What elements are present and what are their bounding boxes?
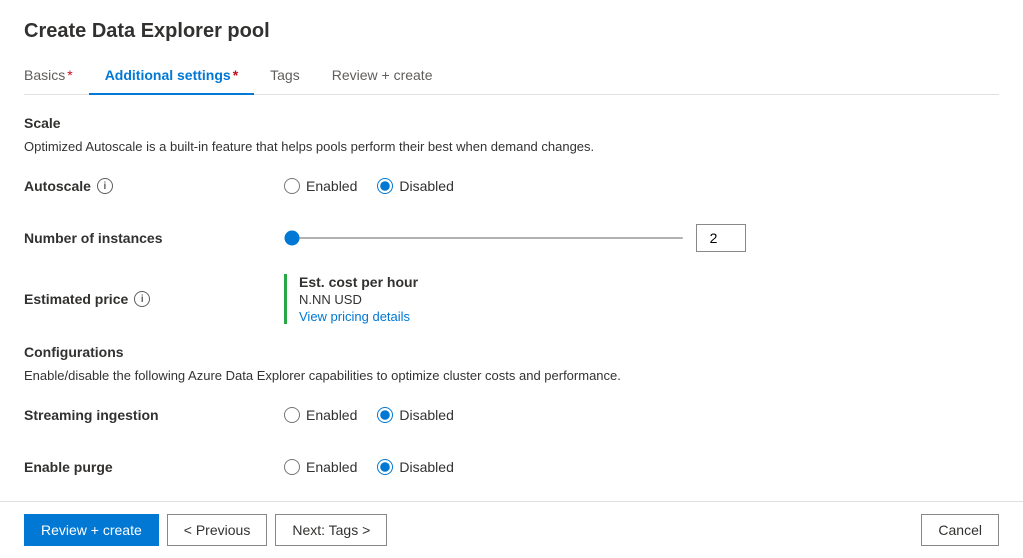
estimated-price-label: Estimated price i [24,291,284,307]
cancel-button[interactable]: Cancel [921,514,999,546]
autoscale-enabled-label: Enabled [306,178,357,194]
est-cost-label: Est. cost per hour [299,274,418,290]
enable-purge-radio-group: Enabled Disabled [284,459,454,475]
tab-basics[interactable]: Basics* [24,59,89,95]
autoscale-disabled-radio[interactable] [377,178,393,194]
autoscale-row: Autoscale i Enabled Disabled [24,170,999,202]
view-pricing-link[interactable]: View pricing details [299,309,418,324]
autoscale-radio-group: Enabled Disabled [284,178,454,194]
streaming-enabled-radio[interactable] [284,407,300,423]
purge-enabled-option[interactable]: Enabled [284,459,357,475]
tab-review-create[interactable]: Review + create [316,59,449,95]
streaming-disabled-radio[interactable] [377,407,393,423]
footer: Review + create < Previous Next: Tags > … [0,501,1023,558]
autoscale-disabled-option[interactable]: Disabled [377,178,453,194]
streaming-enabled-label: Enabled [306,407,357,423]
autoscale-label: Autoscale i [24,178,284,194]
previous-button[interactable]: < Previous [167,514,268,546]
configurations-description: Enable/disable the following Azure Data … [24,368,999,383]
scale-description: Optimized Autoscale is a built-in featur… [24,139,999,154]
page-title: Create Data Explorer pool [24,20,999,43]
streaming-ingestion-label: Streaming ingestion [24,407,284,423]
next-button[interactable]: Next: Tags > [275,514,387,546]
configurations-section-title: Configurations [24,344,999,360]
streaming-enabled-option[interactable]: Enabled [284,407,357,423]
streaming-disabled-option[interactable]: Disabled [377,407,453,423]
instances-slider-container: 2 [284,224,999,252]
purge-disabled-label: Disabled [399,459,453,475]
price-section: Est. cost per hour N.NN USD View pricing… [284,274,418,324]
tab-tags[interactable]: Tags [254,59,316,95]
review-create-button[interactable]: Review + create [24,514,159,546]
est-cost-value: N.NN USD [299,292,418,307]
instances-number-input[interactable]: 2 [696,224,746,252]
purge-enabled-radio[interactable] [284,459,300,475]
tab-additional-settings[interactable]: Additional settings* [89,59,254,95]
streaming-disabled-label: Disabled [399,407,453,423]
enable-purge-row: Enable purge Enabled Disabled [24,451,999,483]
purge-disabled-option[interactable]: Disabled [377,459,453,475]
autoscale-enabled-option[interactable]: Enabled [284,178,357,194]
autoscale-disabled-label: Disabled [399,178,453,194]
footer-left-buttons: Review + create < Previous Next: Tags > [24,514,387,546]
enable-purge-label: Enable purge [24,459,284,475]
instances-row: Number of instances 2 [24,222,999,254]
price-box: Est. cost per hour N.NN USD View pricing… [284,274,418,324]
autoscale-enabled-radio[interactable] [284,178,300,194]
autoscale-info-icon[interactable]: i [97,178,113,194]
purge-disabled-radio[interactable] [377,459,393,475]
estimated-price-info-icon[interactable]: i [134,291,150,307]
scale-section-title: Scale [24,115,999,131]
streaming-ingestion-row: Streaming ingestion Enabled Disabled [24,399,999,431]
estimated-price-row: Estimated price i Est. cost per hour N.N… [24,274,999,324]
streaming-ingestion-radio-group: Enabled Disabled [284,407,454,423]
main-content: Scale Optimized Autoscale is a built-in … [24,115,999,501]
instances-label: Number of instances [24,230,284,246]
instances-slider[interactable] [284,237,684,239]
purge-enabled-label: Enabled [306,459,357,475]
tabs-nav: Basics* Additional settings* Tags Review… [24,59,999,95]
